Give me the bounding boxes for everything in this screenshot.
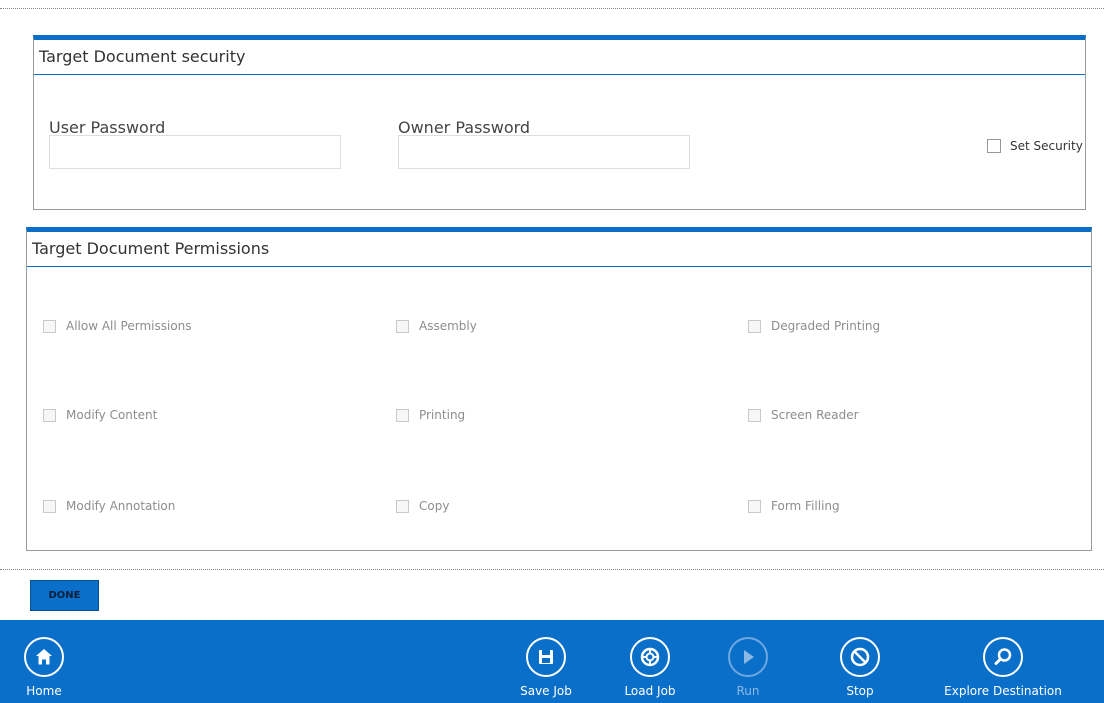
permission-printing[interactable]: Printing (396, 408, 465, 422)
security-panel: Target Document security User Password O… (33, 35, 1086, 210)
explore-destination-label: Explore Destination (944, 684, 1062, 698)
permission-checkbox-box[interactable] (396, 408, 409, 422)
permission-copy[interactable]: Copy (396, 499, 449, 513)
permission-form-filling[interactable]: Form Filling (748, 499, 840, 513)
load-job-label: Load Job (624, 684, 676, 698)
permission-modify-content[interactable]: Modify Content (43, 408, 157, 422)
permission-checkbox-box[interactable] (396, 319, 409, 333)
permission-label: Assembly (419, 319, 477, 333)
security-panel-title: Target Document security (34, 40, 1085, 75)
run-icon (728, 637, 768, 677)
load-icon (630, 637, 670, 677)
save-icon (526, 637, 566, 677)
permission-label: Form Filling (771, 499, 840, 513)
user-password-input[interactable] (49, 135, 341, 169)
permission-degraded-printing[interactable]: Degraded Printing (748, 319, 880, 333)
load-job-button[interactable]: Load Job (610, 620, 690, 703)
permission-checkbox-box[interactable] (396, 499, 409, 513)
permission-modify-annotation[interactable]: Modify Annotation (43, 499, 175, 513)
permission-assembly[interactable]: Assembly (396, 319, 477, 333)
home-label: Home (26, 684, 62, 698)
permission-label: Modify Annotation (66, 499, 176, 513)
set-security-box[interactable] (987, 139, 1001, 153)
permission-allow-all[interactable]: Allow All Permissions (43, 319, 192, 333)
permission-checkbox-box[interactable] (43, 499, 56, 513)
run-button[interactable]: Run (716, 620, 780, 703)
stop-label: Stop (846, 684, 874, 698)
permission-screen-reader[interactable]: Screen Reader (748, 408, 859, 422)
permission-checkbox-box[interactable] (748, 499, 761, 513)
run-label: Run (736, 684, 760, 698)
permission-label: Copy (419, 499, 450, 513)
explore-destination-button[interactable]: Explore Destination (928, 620, 1078, 703)
bottom-divider (0, 569, 1104, 570)
top-divider (0, 8, 1104, 9)
home-icon (24, 637, 64, 677)
permission-checkbox-box[interactable] (43, 319, 56, 333)
permission-label: Modify Content (66, 408, 158, 422)
permission-checkbox-box[interactable] (748, 319, 761, 333)
permission-label: Allow All Permissions (66, 319, 192, 333)
save-job-button[interactable]: Save Job (506, 620, 586, 703)
permission-checkbox-box[interactable] (43, 408, 56, 422)
stop-button[interactable]: Stop (828, 620, 892, 703)
stop-icon (840, 637, 880, 677)
permission-label: Printing (419, 408, 466, 422)
home-button[interactable]: Home (24, 620, 64, 703)
permission-checkbox-box[interactable] (748, 408, 761, 422)
permissions-panel: Target Document Permissions Allow All Pe… (26, 227, 1092, 551)
permission-label: Degraded Printing (771, 319, 881, 333)
done-button[interactable]: DONE (30, 580, 99, 611)
permissions-panel-title: Target Document Permissions (27, 232, 1091, 267)
owner-password-input[interactable] (398, 135, 690, 169)
permission-label: Screen Reader (771, 408, 859, 422)
set-security-label: Set Security (1010, 139, 1083, 153)
footer-toolbar: Home Save Job Load Job Run Stop Explore … (0, 620, 1104, 703)
save-job-label: Save Job (520, 684, 572, 698)
set-security-checkbox[interactable]: Set Security (987, 139, 1083, 153)
search-icon (983, 637, 1023, 677)
